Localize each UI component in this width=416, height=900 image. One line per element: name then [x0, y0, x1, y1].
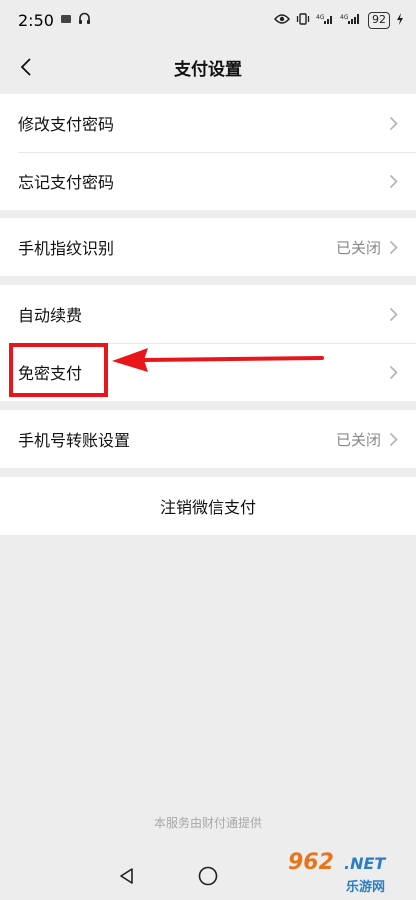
chevron-right-icon [389, 240, 398, 255]
fingerprint-group: 手机指纹识别 已关闭 [0, 218, 416, 276]
back-button[interactable] [8, 48, 44, 86]
deregister-wechat-pay-row[interactable]: 注销微信支付 [0, 477, 416, 535]
forgot-password-row[interactable]: 忘记支付密码 [0, 152, 416, 210]
status-left: 2:50 [18, 11, 91, 30]
deregister-group: 注销微信支付 [0, 477, 416, 535]
phone-transfer-label: 手机号转账设置 [18, 431, 131, 450]
signal-4g-icon: 4G [316, 13, 334, 28]
fingerprint-label: 手机指纹识别 [18, 239, 115, 258]
auto-renewal-label: 自动续费 [18, 306, 83, 325]
deregister-wechat-pay-label: 注销微信支付 [159, 498, 256, 517]
phone-transfer-right: 已关闭 [336, 429, 398, 450]
fingerprint-status: 已关闭 [335, 238, 381, 257]
svg-text:4G: 4G [340, 14, 349, 21]
status-right: 4G 4G 92 [274, 11, 404, 29]
chevron-right-icon [389, 116, 398, 131]
watermark-logo: 962 .NET 乐游网 [280, 848, 410, 896]
phone-transfer-row[interactable]: 手机号转账设置 已关闭 [0, 410, 416, 468]
change-password-label: 修改支付密码 [18, 115, 115, 134]
forgot-password-label: 忘记支付密码 [18, 173, 115, 192]
watermark-domain: .NET [344, 854, 386, 873]
battery-indicator: 92 [368, 11, 390, 29]
page-title: 支付设置 [174, 59, 242, 80]
chevron-right-icon [389, 365, 398, 380]
header: 支付设置 [0, 40, 416, 94]
password-group: 修改支付密码 忘记支付密码 [0, 94, 416, 210]
watermark-name: 乐游网 [346, 880, 386, 895]
notification-icon [60, 13, 72, 28]
charging-icon [396, 12, 404, 28]
auto-renewal-row[interactable]: 自动续费 [0, 285, 416, 343]
circle-home-icon [198, 866, 218, 886]
nav-back-button[interactable] [117, 866, 137, 886]
provider-note: 本服务由财付通提供 [153, 816, 262, 830]
triangle-back-icon [120, 868, 133, 884]
phone-transfer-group: 手机号转账设置 已关闭 [0, 410, 416, 468]
chevron-left-icon [20, 58, 31, 76]
fingerprint-right: 已关闭 [336, 237, 398, 258]
phone-transfer-status: 已关闭 [335, 430, 381, 449]
status-bar: 2:50 4G 4G 92 [0, 0, 416, 40]
chevron-right-icon [389, 307, 398, 322]
red-arrow-icon [112, 348, 324, 372]
chevron-right-icon [389, 432, 398, 447]
highlight-box [9, 343, 108, 397]
signal-4g-2-icon: 4G [340, 13, 362, 28]
status-time: 2:50 [18, 10, 54, 30]
chevron-right-icon [389, 174, 398, 189]
headphones-icon [78, 12, 91, 28]
nav-home-button[interactable] [197, 865, 219, 887]
svg-text:4G: 4G [316, 14, 325, 21]
fingerprint-row[interactable]: 手机指纹识别 已关闭 [0, 218, 416, 276]
watermark-number: 962 [288, 850, 334, 875]
eye-icon [274, 13, 290, 28]
change-password-row[interactable]: 修改支付密码 [0, 94, 416, 152]
vibrate-icon [296, 12, 310, 28]
